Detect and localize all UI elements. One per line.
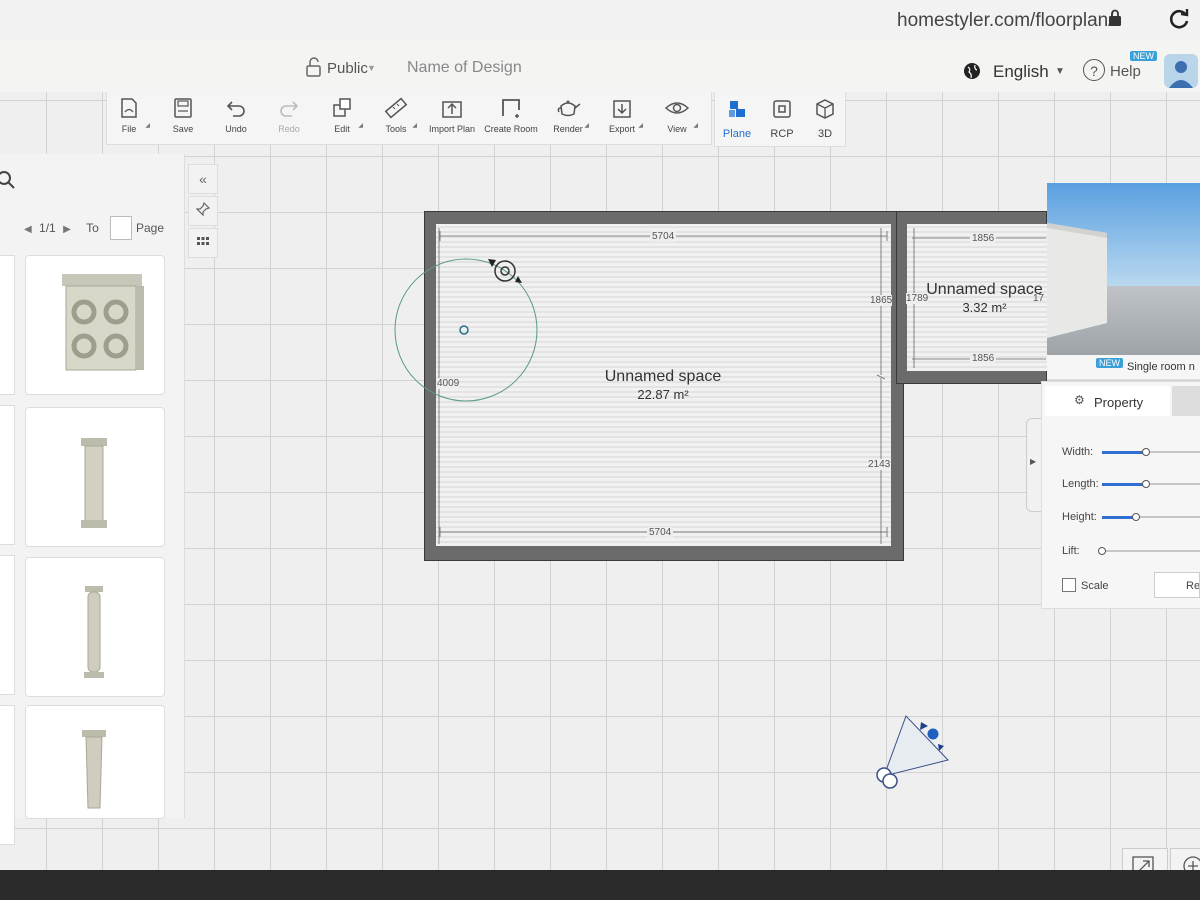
camera-range-circle xyxy=(394,258,538,402)
height-slider-fill xyxy=(1102,515,1136,519)
dim-main-top[interactable]: 5704 xyxy=(650,231,677,242)
room-area: 3.32 m² xyxy=(962,300,1007,315)
dim-main-left[interactable]: 4009 xyxy=(437,378,460,389)
dim-main-right-lower[interactable]: 2143 xyxy=(868,459,891,470)
lift-slider-knob[interactable] xyxy=(1098,547,1106,555)
property-icon: ⚙ xyxy=(1074,393,1085,407)
dimension-lines xyxy=(394,228,1046,789)
lift-slider[interactable] xyxy=(1102,550,1200,552)
room-label-small[interactable]: Unnamed space 3.32 m² xyxy=(922,281,1047,315)
tab-property-label: Property xyxy=(1094,395,1144,410)
width-slider-knob[interactable] xyxy=(1142,448,1150,456)
dim-small-top[interactable]: 1856 xyxy=(970,233,997,244)
single-room-button[interactable]: Single room n xyxy=(1127,361,1195,373)
reset-button[interactable]: Res xyxy=(1154,572,1200,598)
property-collapse-handle[interactable]: ▶ xyxy=(1026,418,1041,512)
height-slider-knob[interactable] xyxy=(1132,513,1140,521)
width-slider-fill xyxy=(1102,450,1146,454)
room-area: 22.87 m² xyxy=(637,387,689,402)
scale-label: Scale xyxy=(1081,580,1109,592)
length-slider-fill xyxy=(1102,482,1146,486)
dim-small-bottom[interactable]: 1856 xyxy=(970,353,997,364)
preview-scene xyxy=(1047,223,1107,338)
length-slider-knob[interactable] xyxy=(1142,480,1150,488)
height-label: Height: xyxy=(1062,511,1097,523)
3d-preview-window[interactable] xyxy=(1047,183,1200,355)
room-name: Unnamed space xyxy=(604,368,722,385)
room-label-main[interactable]: Unnamed space 22.87 m² xyxy=(583,368,743,402)
room-name: Unnamed space xyxy=(926,281,1043,298)
screen-bezel xyxy=(0,870,1200,900)
length-label: Length: xyxy=(1062,478,1099,490)
chevron-right-icon: ▶ xyxy=(1030,457,1037,466)
scale-checkbox[interactable] xyxy=(1062,578,1076,592)
dim-main-bottom[interactable]: 5704 xyxy=(647,527,674,538)
dim-main-right-upper[interactable]: 1865 xyxy=(870,295,893,306)
lift-label: Lift: xyxy=(1062,545,1080,557)
camera-center-dot xyxy=(459,325,469,335)
camera-viewpoint-icon xyxy=(876,715,949,789)
new-badge: NEW xyxy=(1096,358,1123,368)
tab-secondary[interactable] xyxy=(1172,386,1200,416)
width-label: Width: xyxy=(1062,446,1094,458)
